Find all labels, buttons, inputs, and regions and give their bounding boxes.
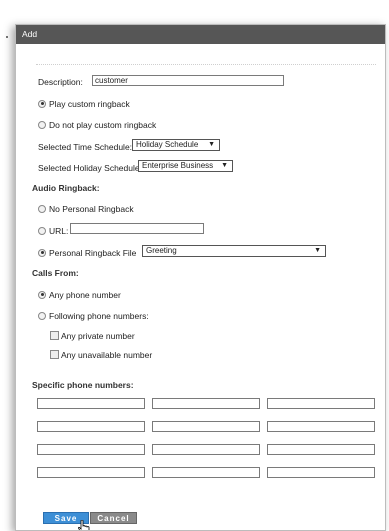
stray-dot bbox=[6, 36, 8, 38]
ringback-file-select[interactable]: Greeting ▼ bbox=[142, 245, 326, 257]
phone-number-input[interactable] bbox=[37, 398, 145, 409]
no-personal-ringback-option[interactable]: No Personal Ringback bbox=[38, 204, 134, 214]
phone-number-input[interactable] bbox=[37, 444, 145, 455]
phone-number-input[interactable] bbox=[152, 467, 260, 478]
phone-number-input[interactable] bbox=[37, 421, 145, 432]
no-ringback-radio[interactable] bbox=[38, 120, 46, 129]
chevron-down-icon: ▼ bbox=[314, 247, 321, 254]
unavailable-number-label: Any unavailable number bbox=[61, 350, 153, 360]
any-number-radio[interactable] bbox=[38, 290, 46, 299]
chevron-down-icon: ▼ bbox=[221, 162, 228, 169]
personal-ringback-file-label: Personal Ringback File bbox=[49, 248, 137, 258]
holiday-schedule-label: Selected Holiday Schedule: bbox=[38, 163, 142, 173]
ringback-file-value: Greeting bbox=[146, 246, 177, 255]
phone-number-input[interactable] bbox=[267, 444, 375, 455]
no-ringback-label: Do not play custom ringback bbox=[49, 120, 157, 130]
play-ringback-label: Play custom ringback bbox=[49, 99, 130, 109]
following-numbers-label: Following phone numbers: bbox=[49, 311, 149, 321]
phone-number-input[interactable] bbox=[152, 398, 260, 409]
personal-ringback-file-option[interactable]: Personal Ringback File bbox=[38, 248, 136, 258]
url-input[interactable] bbox=[70, 223, 204, 234]
following-numbers-radio[interactable] bbox=[38, 311, 46, 320]
cancel-button[interactable]: Cancel bbox=[90, 512, 137, 524]
description-label: Description: bbox=[38, 77, 83, 87]
dialog-title: Add bbox=[16, 25, 385, 44]
url-radio[interactable] bbox=[38, 226, 46, 235]
play-ringback-option[interactable]: Play custom ringback bbox=[38, 99, 130, 109]
personal-ringback-file-radio[interactable] bbox=[38, 248, 46, 257]
audio-ringback-heading: Audio Ringback: bbox=[32, 183, 100, 193]
time-schedule-value: Holiday Schedule bbox=[136, 140, 199, 149]
url-option[interactable]: URL: bbox=[38, 226, 68, 236]
dotted-separator bbox=[36, 64, 376, 65]
no-personal-ringback-label: No Personal Ringback bbox=[49, 204, 134, 214]
phone-number-input[interactable] bbox=[267, 421, 375, 432]
add-dialog: Add Description: Play custom ringback Do… bbox=[15, 24, 386, 531]
private-number-label: Any private number bbox=[61, 331, 135, 341]
unavailable-number-option[interactable]: Any unavailable number bbox=[50, 350, 152, 360]
following-numbers-option[interactable]: Following phone numbers: bbox=[38, 311, 149, 321]
url-label: URL: bbox=[49, 226, 69, 236]
specific-numbers-heading: Specific phone numbers: bbox=[32, 380, 134, 390]
time-schedule-select[interactable]: Holiday Schedule ▼ bbox=[132, 139, 220, 151]
no-ringback-option[interactable]: Do not play custom ringback bbox=[38, 120, 156, 130]
holiday-schedule-value: Enterprise Business bbox=[142, 161, 214, 170]
private-number-option[interactable]: Any private number bbox=[50, 331, 135, 341]
any-number-label: Any phone number bbox=[49, 290, 121, 300]
holiday-schedule-select[interactable]: Enterprise Business ▼ bbox=[138, 160, 233, 172]
unavailable-number-checkbox[interactable] bbox=[50, 350, 59, 360]
phone-number-input[interactable] bbox=[267, 467, 375, 478]
phone-number-input[interactable] bbox=[267, 398, 375, 409]
phone-number-input[interactable] bbox=[37, 467, 145, 478]
hand-cursor-icon bbox=[78, 520, 90, 530]
description-input[interactable] bbox=[92, 75, 284, 86]
any-number-option[interactable]: Any phone number bbox=[38, 290, 121, 300]
phone-number-input[interactable] bbox=[152, 421, 260, 432]
chevron-down-icon: ▼ bbox=[208, 141, 215, 148]
calls-from-heading: Calls From: bbox=[32, 268, 79, 278]
private-number-checkbox[interactable] bbox=[50, 331, 59, 341]
time-schedule-label: Selected Time Schedule: bbox=[38, 142, 133, 152]
phone-number-input[interactable] bbox=[152, 444, 260, 455]
no-personal-ringback-radio[interactable] bbox=[38, 204, 46, 213]
play-ringback-radio[interactable] bbox=[38, 99, 46, 108]
